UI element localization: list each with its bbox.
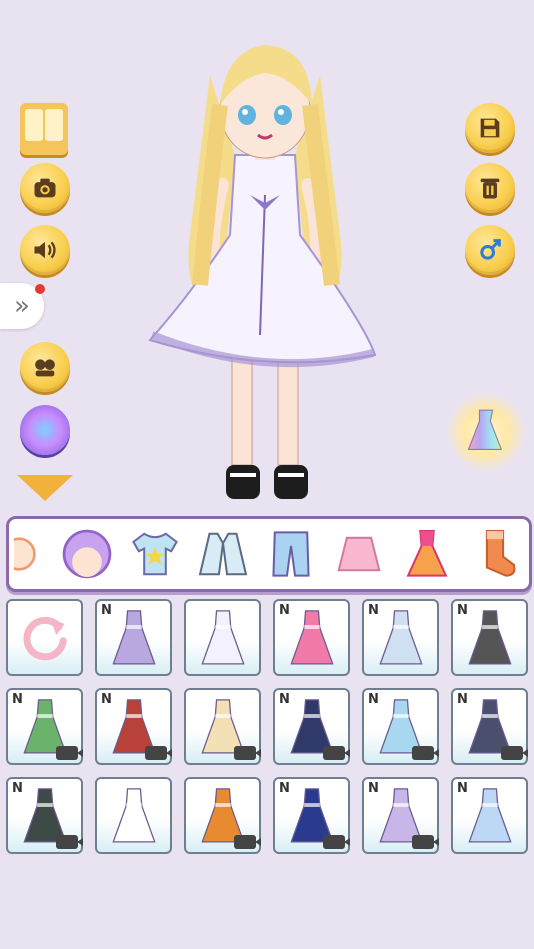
video-ad-icon xyxy=(56,835,83,849)
video-ad-icon xyxy=(56,746,83,760)
outfit-item[interactable]: N xyxy=(273,688,350,765)
save-button[interactable] xyxy=(465,103,515,153)
camera-button[interactable] xyxy=(20,163,70,213)
camera-icon xyxy=(34,178,56,198)
outfit-item[interactable]: N xyxy=(273,777,350,854)
outfit-item[interactable]: N xyxy=(451,599,528,676)
sound-icon xyxy=(34,241,56,259)
dress-thumbnail xyxy=(378,609,423,664)
outfit-item[interactable] xyxy=(95,777,172,854)
gender-button[interactable] xyxy=(465,225,515,275)
save-icon xyxy=(480,118,500,138)
new-badge: N xyxy=(12,692,23,707)
outfit-item[interactable] xyxy=(184,777,261,854)
video-ad-icon xyxy=(412,835,439,849)
wardrobe-icon[interactable] xyxy=(20,103,68,155)
outfit-item[interactable]: N xyxy=(6,777,83,854)
new-badge: N xyxy=(457,692,468,707)
new-badge: N xyxy=(279,692,290,707)
outfit-item[interactable] xyxy=(184,688,261,765)
new-badge: N xyxy=(12,781,23,796)
outfit-item[interactable]: N xyxy=(451,688,528,765)
tshirt-icon xyxy=(132,532,178,576)
tab-pants[interactable] xyxy=(262,526,320,582)
tab-socks[interactable] xyxy=(466,526,524,582)
video-ad-icon xyxy=(323,835,350,849)
video-ad-icon xyxy=(323,746,350,760)
gender-male-icon xyxy=(480,239,501,260)
tab-dresses[interactable] xyxy=(398,526,456,582)
outfit-item[interactable]: N xyxy=(362,599,439,676)
video-ad-icon xyxy=(412,746,439,760)
video-ad-icon xyxy=(234,835,261,849)
dress-thumbnail xyxy=(467,609,512,664)
video-ad-icon xyxy=(145,746,172,760)
trash-icon xyxy=(480,178,500,199)
outfit-item[interactable]: N xyxy=(95,688,172,765)
skirt-icon xyxy=(337,536,381,572)
dress-thumbnail xyxy=(467,787,512,842)
outfit-item[interactable]: N xyxy=(95,599,172,676)
jacket-icon xyxy=(198,532,248,576)
double-chevron-right-icon: » xyxy=(14,291,30,321)
rainbow-dress-reward[interactable] xyxy=(446,392,526,472)
new-badge: N xyxy=(368,692,379,707)
new-badge: N xyxy=(101,603,112,618)
face-icon xyxy=(14,537,36,571)
new-badge: N xyxy=(279,603,290,618)
new-badge: N xyxy=(457,781,468,796)
doll-character xyxy=(148,45,377,499)
friends-button[interactable] xyxy=(20,342,70,392)
outfit-item[interactable]: N xyxy=(6,688,83,765)
tab-skirts[interactable] xyxy=(330,526,388,582)
outfit-item[interactable]: N xyxy=(362,777,439,854)
tab-outerwear[interactable] xyxy=(194,526,252,582)
new-badge: N xyxy=(457,603,468,618)
rainbow-orb-icon[interactable] xyxy=(20,405,70,455)
video-ad-icon xyxy=(501,746,528,760)
dress-up-stage: » xyxy=(0,0,534,510)
outfit-item[interactable]: N xyxy=(362,688,439,765)
refresh-icon xyxy=(23,616,67,660)
hair-icon xyxy=(62,529,112,579)
tab-tops[interactable] xyxy=(126,526,184,582)
dress-thumbnail xyxy=(200,609,245,664)
new-badge: N xyxy=(368,781,379,796)
notification-dot xyxy=(35,284,45,294)
dress-thumbnail xyxy=(111,787,156,842)
sock-icon xyxy=(485,530,516,577)
tab-face[interactable] xyxy=(14,526,48,582)
rainbow-dress-icon xyxy=(467,409,503,450)
friends-icon xyxy=(35,359,55,377)
outfit-item[interactable]: N xyxy=(451,777,528,854)
dress-thumbnail xyxy=(289,609,334,664)
pants-icon xyxy=(272,531,310,577)
scroll-down-icon[interactable] xyxy=(17,475,73,501)
category-tab-bar xyxy=(6,516,532,592)
dress-thumbnail xyxy=(111,609,156,664)
reset-outfit-button[interactable] xyxy=(6,599,83,676)
sound-button[interactable] xyxy=(20,225,70,275)
tab-hair[interactable] xyxy=(58,526,116,582)
outfit-item[interactable]: N xyxy=(273,599,350,676)
new-badge: N xyxy=(368,603,379,618)
new-badge: N xyxy=(279,781,290,796)
video-ad-icon xyxy=(234,746,261,760)
trash-button[interactable] xyxy=(465,163,515,213)
new-badge: N xyxy=(101,692,112,707)
item-grid: N N N N N N N N N N N N N xyxy=(6,599,528,854)
dress-icon xyxy=(406,530,448,577)
outfit-item[interactable] xyxy=(184,599,261,676)
